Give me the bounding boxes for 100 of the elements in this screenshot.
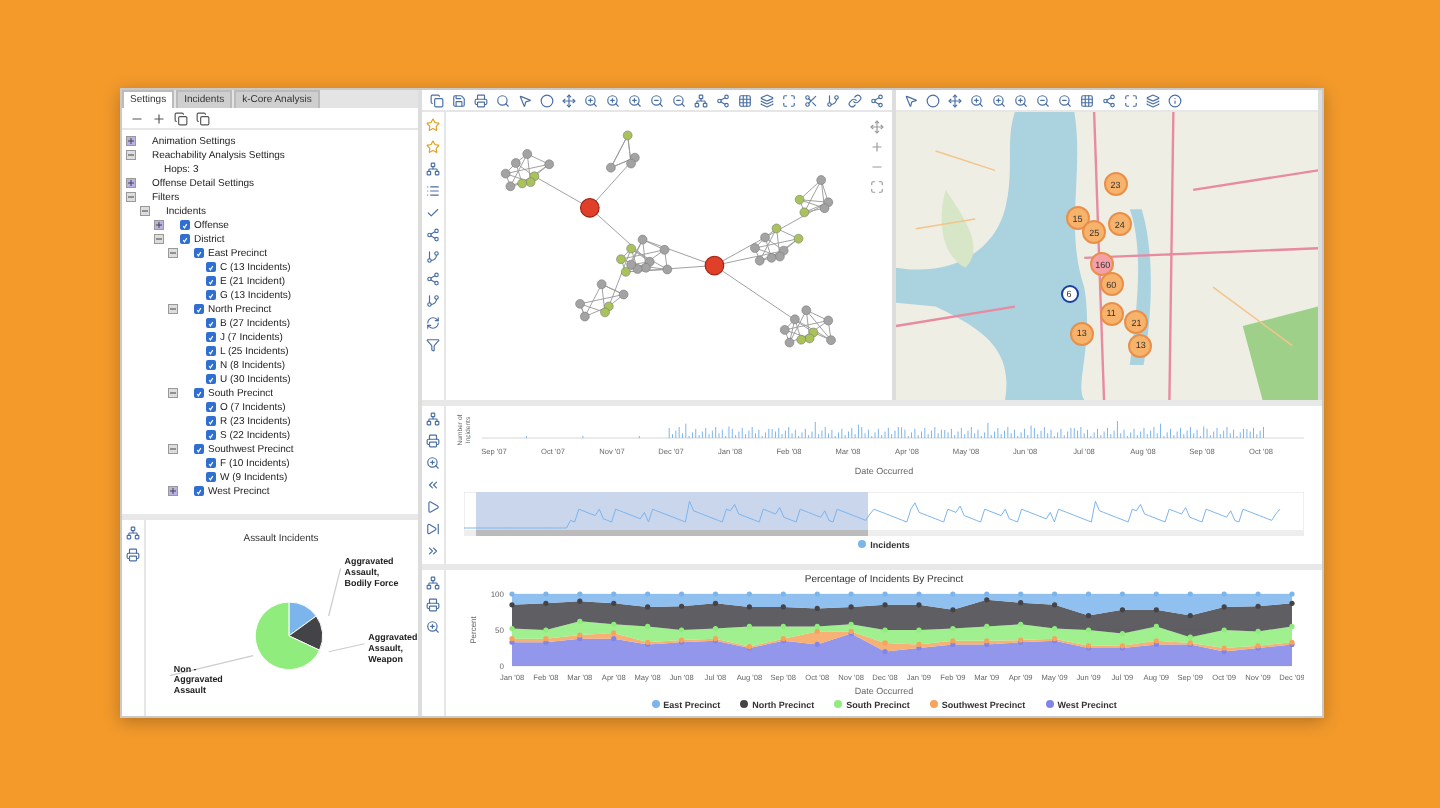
move-icon[interactable]: [562, 93, 576, 107]
checkbox[interactable]: [206, 416, 216, 426]
info-icon[interactable]: [1168, 93, 1182, 107]
layers-icon[interactable]: [760, 93, 774, 107]
data-point: [814, 605, 820, 611]
list-icon[interactable]: [426, 184, 440, 198]
zoom-out-icon[interactable]: [650, 93, 664, 107]
zoom-in-icon[interactable]: [584, 93, 598, 107]
copy-icon[interactable]: [174, 111, 188, 125]
printer-icon[interactable]: [126, 548, 140, 562]
rewind-icon[interactable]: [426, 478, 440, 492]
printer-icon[interactable]: [426, 598, 440, 612]
zoom-in-icon[interactable]: [970, 93, 984, 107]
checkbox[interactable]: [206, 374, 216, 384]
move-icon[interactable]: [948, 93, 962, 107]
branch-icon[interactable]: [426, 294, 440, 308]
star-icon[interactable]: [426, 118, 440, 132]
collapse-icon[interactable]: [168, 388, 178, 398]
fit-view-icon[interactable]: [870, 180, 884, 194]
zoom-in-icon[interactable]: [628, 93, 642, 107]
search-icon[interactable]: [496, 93, 510, 107]
maximize-icon[interactable]: [782, 93, 796, 107]
skip-forward-icon[interactable]: [426, 522, 440, 536]
checkbox[interactable]: [206, 360, 216, 370]
checkbox[interactable]: [180, 234, 190, 244]
expand-icon[interactable]: [126, 178, 136, 188]
share-icon[interactable]: [870, 93, 884, 107]
checkbox[interactable]: [194, 388, 204, 398]
network-icon[interactable]: [426, 162, 440, 176]
checkbox[interactable]: [206, 262, 216, 272]
refresh-icon[interactable]: [426, 316, 440, 330]
network-icon[interactable]: [126, 526, 140, 540]
share-icon[interactable]: [426, 272, 440, 286]
checkbox[interactable]: [206, 430, 216, 440]
cursor-icon[interactable]: [904, 93, 918, 107]
data-point: [645, 591, 651, 597]
expand-icon[interactable]: [154, 220, 164, 230]
circle-icon[interactable]: [926, 93, 940, 107]
printer-icon[interactable]: [474, 93, 488, 107]
checkbox[interactable]: [206, 290, 216, 300]
star-icon[interactable]: [426, 140, 440, 154]
checkbox[interactable]: [194, 248, 204, 258]
data-point: [1119, 631, 1126, 637]
play-icon[interactable]: [426, 500, 440, 514]
collapse-icon[interactable]: [154, 234, 164, 244]
collapse-icon[interactable]: [168, 444, 178, 454]
maximize-icon[interactable]: [1124, 93, 1138, 107]
zoom-in-icon[interactable]: [992, 93, 1006, 107]
checkbox[interactable]: [180, 220, 190, 230]
branch-icon[interactable]: [426, 250, 440, 264]
copy-icon[interactable]: [196, 111, 210, 125]
grid-icon[interactable]: [738, 93, 752, 107]
pan-control-icon[interactable]: [870, 120, 884, 134]
checkbox[interactable]: [206, 346, 216, 356]
filter-icon[interactable]: [426, 338, 440, 352]
network-icon[interactable]: [694, 93, 708, 107]
fast-forward-icon[interactable]: [426, 544, 440, 558]
collapse-icon[interactable]: [126, 150, 136, 160]
collapse-icon[interactable]: [168, 248, 178, 258]
circle-icon[interactable]: [540, 93, 554, 107]
network-icon[interactable]: [426, 412, 440, 426]
collapse-icon[interactable]: [168, 304, 178, 314]
collapse-icon[interactable]: [140, 206, 150, 216]
data-point: [1119, 591, 1126, 597]
share-icon[interactable]: [1102, 93, 1116, 107]
grid-icon[interactable]: [1080, 93, 1094, 107]
network-icon[interactable]: [426, 576, 440, 590]
collapse-icon[interactable]: [126, 192, 136, 202]
expand-icon[interactable]: [126, 136, 136, 146]
checkbox[interactable]: [206, 458, 216, 468]
data-point: [882, 627, 888, 633]
zoom-in-icon[interactable]: [1014, 93, 1028, 107]
zoom-out-icon[interactable]: [672, 93, 686, 107]
scissors-icon[interactable]: [804, 93, 818, 107]
checkbox[interactable]: [206, 402, 216, 412]
share-icon[interactable]: [426, 228, 440, 242]
checkbox[interactable]: [194, 444, 204, 454]
cursor-icon[interactable]: [518, 93, 532, 107]
check-icon[interactable]: [426, 206, 440, 220]
layers-icon[interactable]: [1146, 93, 1160, 107]
checkbox[interactable]: [206, 318, 216, 328]
data-point: [780, 591, 786, 597]
zoom-out-icon[interactable]: [1058, 93, 1072, 107]
printer-icon[interactable]: [426, 434, 440, 448]
checkbox[interactable]: [194, 486, 204, 496]
zoom-out-icon[interactable]: [1036, 93, 1050, 107]
branch-icon[interactable]: [826, 93, 840, 107]
checkbox[interactable]: [206, 472, 216, 482]
expand-icon[interactable]: [168, 486, 178, 496]
checkbox[interactable]: [194, 304, 204, 314]
save-icon[interactable]: [452, 93, 466, 107]
zoom-in-icon[interactable]: [426, 620, 440, 634]
zoom-in-icon[interactable]: [426, 456, 440, 470]
zoom-in-icon[interactable]: [606, 93, 620, 107]
link-icon[interactable]: [848, 93, 862, 107]
expand-all-icon[interactable]: [152, 111, 166, 125]
checkbox[interactable]: [206, 332, 216, 342]
share-icon[interactable]: [716, 93, 730, 107]
copy-icon[interactable]: [430, 93, 444, 107]
checkbox[interactable]: [206, 276, 216, 286]
